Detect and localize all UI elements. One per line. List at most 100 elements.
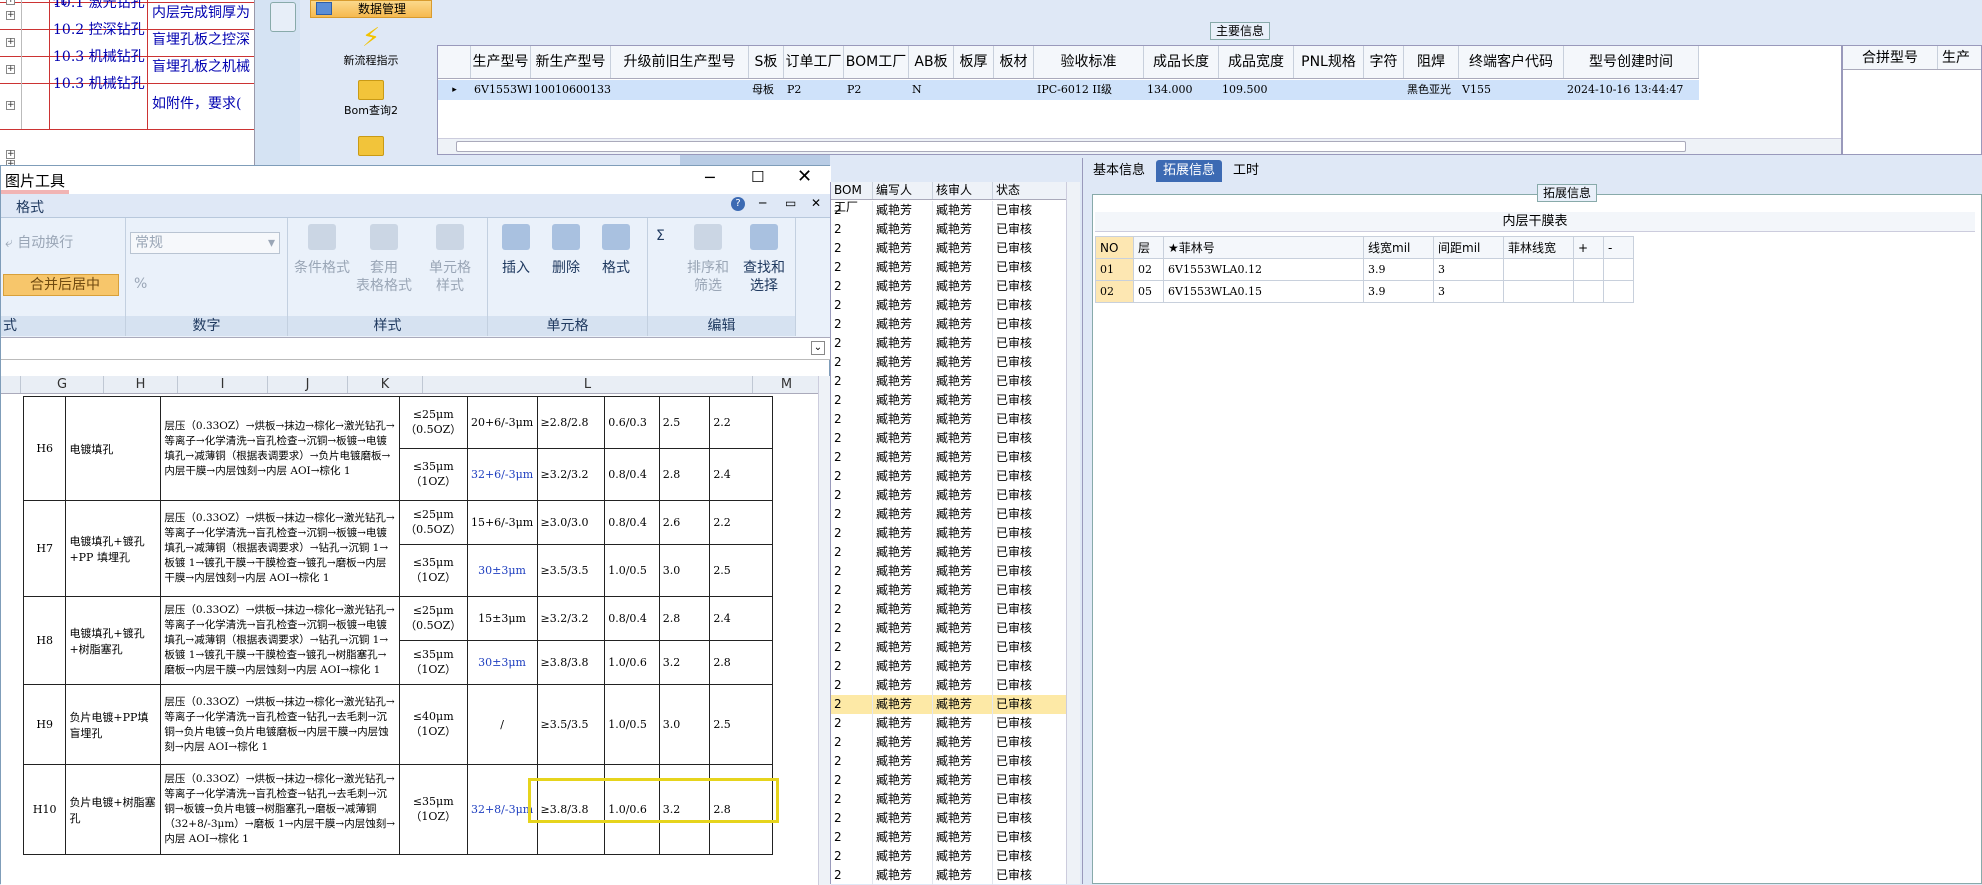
autosum-button[interactable]: Σ — [656, 228, 665, 244]
list-item[interactable]: 2 臧艳芳 臧艳芳 已审核 — [831, 866, 1067, 885]
table-cell[interactable] — [1573, 280, 1604, 303]
list-item[interactable]: 2 臧艳芳 臧艳芳 已审核 — [831, 448, 1067, 467]
expand-formula-button[interactable]: ⌄ — [811, 341, 825, 355]
percent-button[interactable]: % — [134, 276, 147, 292]
list-item[interactable]: 2 臧艳芳 臧艳芳 已审核 — [831, 771, 1067, 790]
grid-cell[interactable] — [954, 80, 994, 100]
close-button[interactable]: ✕ — [797, 166, 812, 187]
table-cell[interactable] — [1503, 258, 1574, 281]
cond-format-button[interactable]: 条件格式 — [290, 224, 354, 277]
table-cell[interactable]: 6V1553WLA0.12 — [1163, 258, 1364, 281]
help-icon[interactable]: ? — [731, 197, 745, 211]
list-item[interactable]: 2 臧艳芳 臧艳芳 已审核 — [831, 562, 1067, 581]
list-item[interactable]: 2 臧艳芳 臧艳芳 已审核 — [831, 524, 1067, 543]
list-item[interactable]: 2 臧艳芳 臧艳芳 已审核 — [831, 600, 1067, 619]
list-item[interactable]: 2 臧艳芳 臧艳芳 已审核 — [831, 790, 1067, 809]
grid-cell[interactable]: 6V1553WLA0 — [471, 80, 531, 100]
table-row[interactable]: 01 02 6V1553WLA0.12 3.9 3 — [1095, 258, 1634, 281]
ribbon-minimize-button[interactable]: ─ — [759, 196, 766, 210]
list-item[interactable]: 2 臧艳芳 臧艳芳 已审核 — [831, 372, 1067, 391]
format-button[interactable]: 格式 — [592, 224, 640, 277]
grid-cell[interactable]: 母板 — [749, 80, 784, 100]
grid-cell[interactable]: 黑色亚光 — [1404, 80, 1459, 100]
column-header[interactable]: J — [268, 376, 348, 393]
list-item[interactable]: 2 臧艳芳 臧艳芳 已审核 — [831, 543, 1067, 562]
column-header[interactable]: BOM工厂 — [831, 182, 873, 214]
table-row[interactable]: 02 05 6V1553WLA0.15 3.9 3 — [1095, 280, 1634, 303]
table-row[interactable]: H7 电镀填孔+镀孔+PP 填埋孔 层压（0.33OZ）→烘板→抹边→棕化→激光钻孔… — [22, 500, 773, 597]
plus-icon[interactable]: + — [6, 101, 15, 110]
table-cell[interactable]: 02 — [1133, 258, 1164, 281]
column-header[interactable]: AB板 — [909, 46, 954, 78]
tab-ext[interactable]: 拓展信息 — [1156, 160, 1223, 182]
column-header[interactable]: + — [1573, 236, 1604, 259]
column-header[interactable]: 终端客户代码 — [1459, 46, 1564, 78]
table-row[interactable]: ▸6V1553WLA010010600133157母板P2P2NIPC-6012… — [438, 80, 1699, 100]
column-header[interactable]: PNL规格 — [1294, 46, 1364, 78]
table-cell[interactable] — [1503, 280, 1574, 303]
column-header[interactable]: 订单工厂 — [784, 46, 844, 78]
grid-cell[interactable] — [994, 80, 1034, 100]
column-header[interactable]: BOM工厂 — [844, 46, 909, 78]
plus-icon[interactable]: + — [6, 37, 15, 47]
table-cell[interactable]: 01 — [1095, 258, 1134, 281]
grid-cell[interactable]: V155 — [1459, 80, 1564, 100]
table-cell[interactable]: 3 — [1433, 258, 1504, 281]
table-row[interactable]: H8 电镀填孔+镀孔+树脂塞孔 层压（0.33OZ）→烘板→抹边→棕化→激光钻孔→等… — [22, 596, 773, 685]
list-item[interactable]: 2 臧艳芳 臧艳芳 已审核 — [831, 315, 1067, 334]
column-header[interactable]: M — [753, 376, 821, 393]
column-header[interactable]: 编写人 — [873, 182, 933, 199]
list-item[interactable]: 2 臧艳芳 臧艳芳 已审核 — [831, 201, 1067, 220]
ribbon-restore-button[interactable]: ▭ — [785, 196, 796, 210]
list-item[interactable]: 2 臧艳芳 臧艳芳 已审核 — [831, 657, 1067, 676]
column-header[interactable]: 阻焊 — [1404, 46, 1459, 78]
grid-cell[interactable]: P2 — [844, 80, 909, 100]
column-header[interactable]: 成品宽度 — [1219, 46, 1294, 78]
table-format-button[interactable]: 套用 表格格式 — [352, 224, 416, 295]
plus-icon[interactable]: + — [6, 64, 15, 74]
list-item[interactable]: 2 臧艳芳 臧艳芳 已审核 — [831, 695, 1067, 714]
column-header[interactable]: L — [423, 376, 753, 393]
table-cell[interactable]: 3.9 — [1363, 258, 1434, 281]
column-header[interactable]: 新生产型号 — [531, 46, 611, 78]
tab-hours[interactable]: 工时 — [1226, 160, 1266, 182]
table-cell[interactable] — [1573, 258, 1604, 281]
column-header[interactable]: I — [178, 376, 268, 393]
column-header[interactable]: S板 — [749, 46, 784, 78]
plus-icon[interactable]: + — [6, 150, 15, 159]
sort-filter-button[interactable]: 排序和 筛选 — [682, 224, 734, 295]
splitter-bar[interactable] — [680, 155, 830, 165]
column-header[interactable]: 层 — [1133, 236, 1164, 259]
list-item[interactable]: 2 臧艳芳 臧艳芳 已审核 — [831, 809, 1067, 828]
list-item[interactable]: 2 臧艳芳 臧艳芳 已审核 — [831, 638, 1067, 657]
minimize-button[interactable]: ─ — [705, 168, 715, 187]
table-cell[interactable]: 05 — [1133, 280, 1164, 303]
grid-cell[interactable] — [1364, 80, 1404, 100]
list-scrollbar[interactable] — [1066, 182, 1080, 884]
grid-cell[interactable] — [611, 80, 749, 100]
list-item[interactable]: 2 臧艳芳 臧艳芳 已审核 — [831, 619, 1067, 638]
auto-wrap-button[interactable]: ⤶ 自动换行 — [5, 232, 73, 252]
table-cell[interactable] — [1603, 280, 1634, 303]
grid-cell[interactable] — [1294, 80, 1364, 100]
grid-cell[interactable]: N — [909, 80, 954, 100]
merge-center-button[interactable]: 合并后居中 — [3, 274, 119, 296]
find-select-button[interactable]: 查找和 选择 — [736, 224, 792, 295]
grid-cell[interactable]: 134.000 — [1144, 80, 1219, 100]
number-format-select[interactable]: 常规 ▾ — [130, 232, 280, 254]
column-header[interactable]: 型号创建时间 — [1564, 46, 1699, 78]
list-item[interactable]: 2 臧艳芳 臧艳芳 已审核 — [831, 676, 1067, 695]
grid-cell[interactable]: P2 — [784, 80, 844, 100]
grid-cell[interactable]: 10010600133157 — [531, 80, 611, 100]
bom-query-button[interactable]: Bom查询2 — [310, 80, 432, 118]
insert-button[interactable]: 插入 — [492, 224, 540, 277]
table-cell[interactable]: 3.9 — [1363, 280, 1434, 303]
column-header[interactable]: 板材 — [994, 46, 1034, 78]
list-item[interactable]: 2 臧艳芳 臧艳芳 已审核 — [831, 220, 1067, 239]
column-header[interactable]: 板厚 — [954, 46, 994, 78]
list-item[interactable]: 2 臧艳芳 臧艳芳 已审核 — [831, 486, 1067, 505]
table-cell[interactable]: 6V1553WLA0.15 — [1163, 280, 1364, 303]
grid-cell[interactable]: IPC-6012 II级 — [1034, 80, 1144, 100]
table-cell[interactable]: 02 — [1095, 280, 1134, 303]
column-header[interactable]: NO — [1095, 236, 1134, 259]
